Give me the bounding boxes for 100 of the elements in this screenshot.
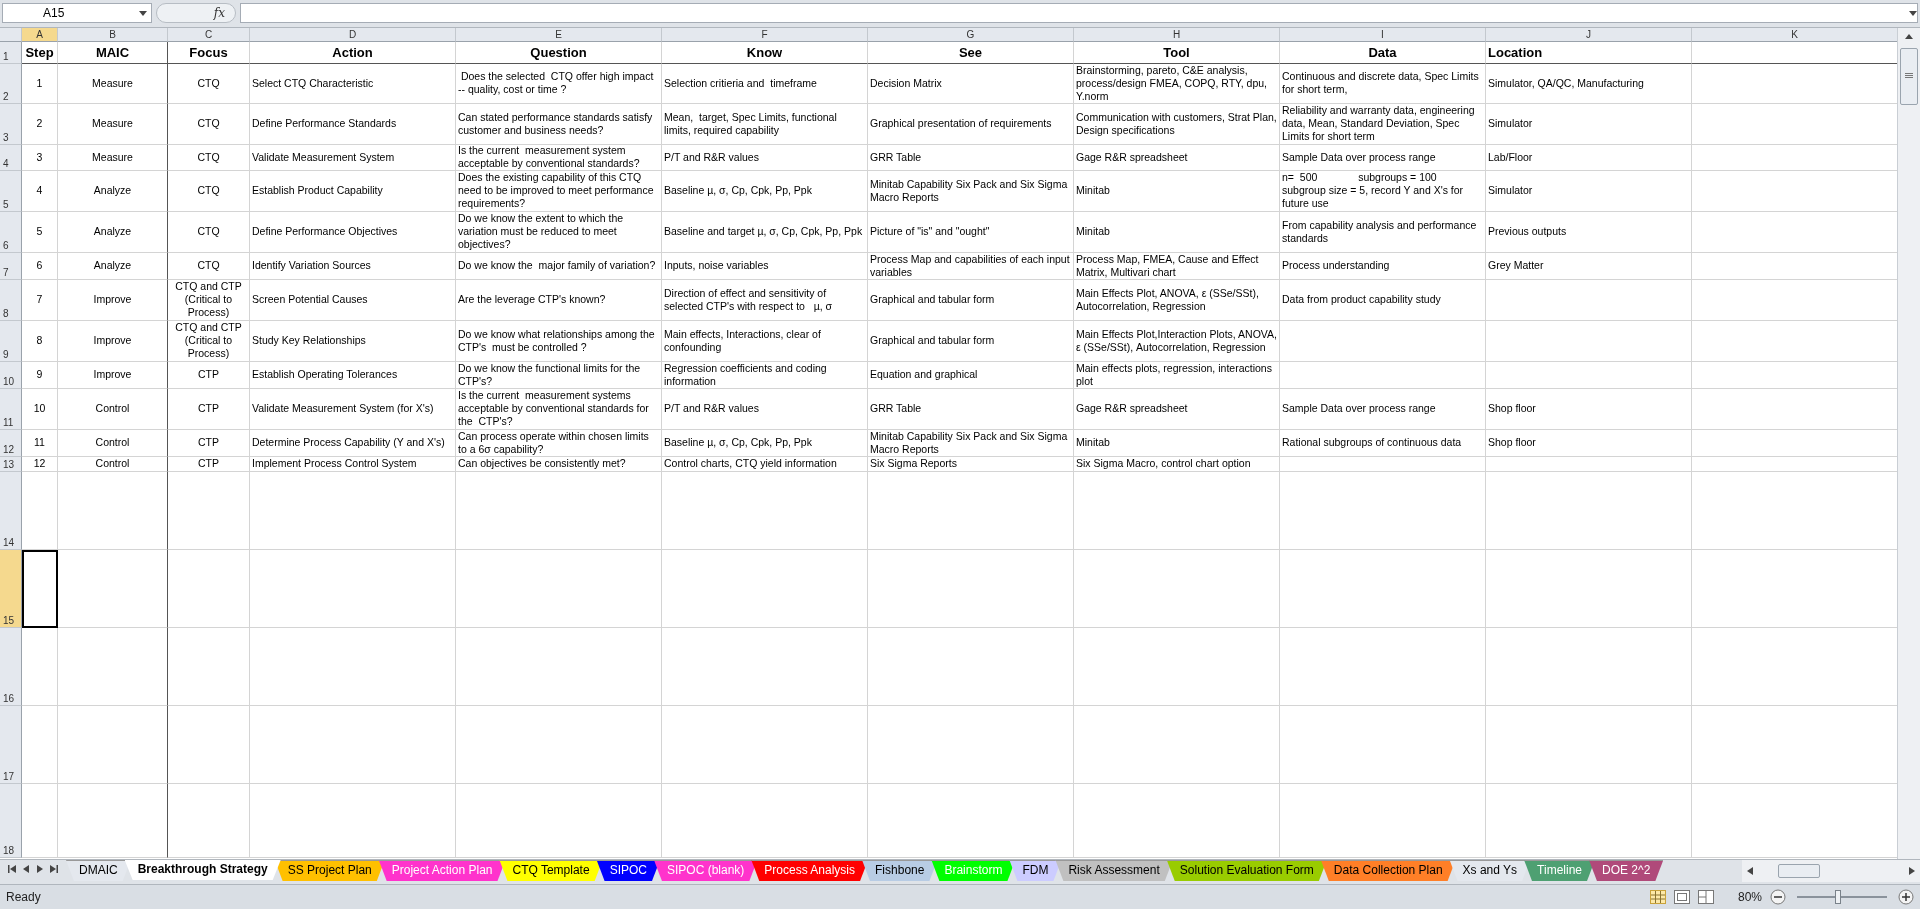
- table-cell: Improve: [58, 361, 168, 389]
- table-cell: Continuous and discrete data, Spec Limits for short term,: [1280, 63, 1486, 104]
- table-cell: Communication with customers, Strat Plan, Design specifications: [1074, 103, 1280, 145]
- insert-function-button[interactable]: fx: [156, 3, 236, 24]
- table-cell: Main Effects Plot,Interaction Plots, ANOVA, ε (SSe/SSt), Autocorrelation, Regression: [1074, 320, 1280, 362]
- table-cell: Measure: [58, 144, 168, 171]
- table-cell: CTP: [168, 429, 250, 457]
- row-header[interactable]: 16: [0, 627, 22, 706]
- table-cell: Baseline µ, σ, Cp, Cpk, Pp, Ppk: [662, 429, 868, 457]
- table-cell: Minitab: [1074, 429, 1280, 457]
- table-cell: CTQ and CTP (Critical to Process): [168, 279, 250, 321]
- table-cell: Graphical and tabular form: [868, 279, 1074, 321]
- table-cell: Does the selected CTQ offer high impact -- quality, cost or time ?: [456, 63, 662, 104]
- row-header[interactable]: 4: [0, 144, 22, 171]
- header-cell: See: [868, 41, 1074, 64]
- table-cell: Establish Product Capability: [250, 170, 456, 212]
- header-cell: Tool: [1074, 41, 1280, 64]
- table-cell: Lab/Floor: [1486, 144, 1692, 171]
- table-cell: Simulator: [1486, 103, 1692, 145]
- row-header[interactable]: 1: [0, 41, 22, 64]
- table-cell: 3: [22, 144, 58, 171]
- table-cell: 9: [22, 361, 58, 389]
- table-cell: 12: [22, 456, 58, 472]
- table-cell: Minitab Capability Six Pack and Six Sigma Macro Reports: [868, 429, 1074, 457]
- table-cell: 6: [22, 252, 58, 280]
- table-cell: Improve: [58, 320, 168, 362]
- row-header[interactable]: 14: [0, 471, 22, 550]
- table-cell: Process Map and capabilities of each input variables: [868, 252, 1074, 280]
- table-cell: Main Effects Plot, ANOVA, ε (SSe/SSt), Autocorrelation, Regression: [1074, 279, 1280, 321]
- table-cell: GRR Table: [868, 388, 1074, 430]
- table-cell: Validate Measurement System (for X's): [250, 388, 456, 430]
- header-cell: Focus: [168, 41, 250, 64]
- table-cell: Does the existing capability of this CTQ need to be improved to meet performance requirements?: [456, 170, 662, 212]
- table-cell: CTQ: [168, 170, 250, 212]
- table-cell: Do we know what relationships among the CTP's must be controlled ?: [456, 320, 662, 362]
- sheet-tab[interactable]: DOE 2^2: [1589, 860, 1664, 882]
- table-cell: Six Sigma Macro, control chart option: [1074, 456, 1280, 472]
- row-header[interactable]: 3: [0, 103, 22, 145]
- table-cell: Decision Matrix: [868, 63, 1074, 104]
- table-cell: CTQ: [168, 63, 250, 104]
- table-cell: Process understanding: [1280, 252, 1486, 280]
- row-header[interactable]: 11: [0, 388, 22, 430]
- row-header[interactable]: 9: [0, 320, 22, 362]
- table-cell: Can process operate within chosen limits to a 6σ capability?: [456, 429, 662, 457]
- table-cell: Gage R&R spreadsheet: [1074, 144, 1280, 171]
- row-header[interactable]: 18: [0, 783, 22, 858]
- table-cell: Implement Process Control System: [250, 456, 456, 472]
- table-cell: Gage R&R spreadsheet: [1074, 388, 1280, 430]
- zoom-level[interactable]: 80%: [1722, 890, 1762, 905]
- table-cell: Control charts, CTQ yield information: [662, 456, 868, 472]
- name-box[interactable]: A15: [2, 3, 152, 24]
- table-cell: Define Performance Standards: [250, 103, 456, 145]
- table-cell: Selection critieria and timeframe: [662, 63, 868, 104]
- table-cell: From capability analysis and performance standards: [1280, 211, 1486, 253]
- table-cell: P/T and R&R values: [662, 388, 868, 430]
- table-cell: n= 500 subgroups = 100 subgroup size = 5, record Y and X's for future use: [1280, 170, 1486, 212]
- table-cell: CTP: [168, 388, 250, 430]
- table-cell: Main effects plots, regression, interactions plot: [1074, 361, 1280, 389]
- row-header[interactable]: 6: [0, 211, 22, 253]
- table-cell: CTP: [168, 361, 250, 389]
- table-cell: Minitab: [1074, 170, 1280, 212]
- table-cell: Equation and graphical: [868, 361, 1074, 389]
- header-cell: Data: [1280, 41, 1486, 64]
- table-cell: CTQ and CTP (Critical to Process): [168, 320, 250, 362]
- row-header[interactable]: 5: [0, 170, 22, 212]
- table-cell: 1: [22, 63, 58, 104]
- row-header[interactable]: 12: [0, 429, 22, 457]
- table-cell: Graphical presentation of requirements: [868, 103, 1074, 145]
- header-cell: Location: [1486, 41, 1692, 64]
- row-header[interactable]: 2: [0, 63, 22, 104]
- header-cell: Action: [250, 41, 456, 64]
- table-cell: Study Key Relationships: [250, 320, 456, 362]
- table-cell: Grey Matter: [1486, 252, 1692, 280]
- row-header[interactable]: 15: [0, 549, 22, 628]
- table-cell: Previous outputs: [1486, 211, 1692, 253]
- table-cell: Measure: [58, 63, 168, 104]
- sheet-tab[interactable]: Breakthrough Strategy: [124, 860, 281, 881]
- row-header[interactable]: 10: [0, 361, 22, 389]
- table-cell: Simulator, QA/QC, Manufacturing: [1486, 63, 1692, 104]
- row-header[interactable]: 7: [0, 252, 22, 280]
- table-cell: Sample Data over process range: [1280, 144, 1486, 171]
- table-cell: Control: [58, 429, 168, 457]
- table-cell: Data from product capability study: [1280, 279, 1486, 321]
- row-header[interactable]: 8: [0, 279, 22, 321]
- table-cell: Control: [58, 456, 168, 472]
- table-cell: Main effects, Interactions, clear of confounding: [662, 320, 868, 362]
- table-cell: Identify Variation Sources: [250, 252, 456, 280]
- table-cell: Inputs, noise variables: [662, 252, 868, 280]
- table-cell: Define Performance Objectives: [250, 211, 456, 253]
- table-cell: Reliability and warranty data, engineering data, Mean, Standard Deviation, Spec Limits for short term: [1280, 103, 1486, 145]
- row-header[interactable]: 17: [0, 705, 22, 784]
- header-cell: Question: [456, 41, 662, 64]
- table-cell: P/T and R&R values: [662, 144, 868, 171]
- table-cell: Minitab: [1074, 211, 1280, 253]
- table-cell: 8: [22, 320, 58, 362]
- table-cell: Improve: [58, 279, 168, 321]
- status-text: Ready: [6, 890, 42, 905]
- header-cell: Know: [662, 41, 868, 64]
- table-cell: CTQ: [168, 252, 250, 280]
- header-cell: MAIC: [58, 41, 168, 64]
